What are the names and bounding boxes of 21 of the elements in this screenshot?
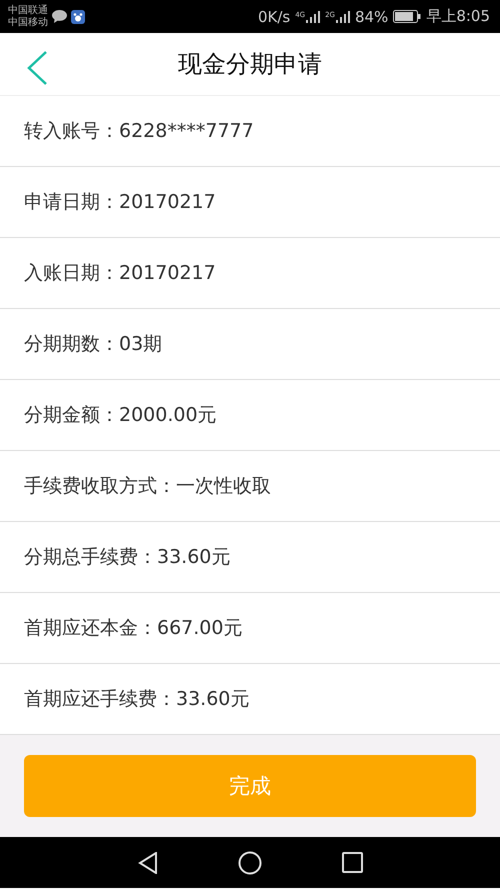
battery-icon bbox=[393, 10, 422, 23]
detail-text: 首期应还手续费：33.60元 bbox=[24, 687, 250, 712]
app-icon bbox=[71, 10, 85, 24]
detail-text: 转入账号：6228****7777 bbox=[24, 119, 254, 144]
chat-icon bbox=[52, 10, 67, 23]
recents-icon[interactable] bbox=[342, 852, 362, 873]
network-speed: 0K/s bbox=[258, 8, 290, 26]
detail-text: 首期应还本金：667.00元 bbox=[24, 616, 242, 641]
battery-percent: 84% bbox=[354, 8, 388, 26]
detail-text: 分期期数：03期 bbox=[24, 332, 162, 357]
detail-text: 申请日期：20170217 bbox=[24, 190, 216, 215]
detail-text: 入账日期：20170217 bbox=[24, 261, 216, 286]
home-icon[interactable] bbox=[238, 850, 262, 874]
detail-text: 手续费收取方式：一次性收取 bbox=[24, 474, 271, 499]
carrier-name: 中国联通 bbox=[8, 4, 48, 16]
page-title: 现金分期申请 bbox=[178, 49, 322, 80]
clock: 早上8:05 bbox=[426, 7, 490, 26]
detail-text: 分期金额：2000.00元 bbox=[24, 403, 217, 428]
carrier-name: 中国移动 bbox=[8, 16, 48, 28]
detail-text: 分期总手续费：33.60元 bbox=[24, 545, 230, 570]
finish-button[interactable]: 完成 bbox=[24, 755, 476, 817]
